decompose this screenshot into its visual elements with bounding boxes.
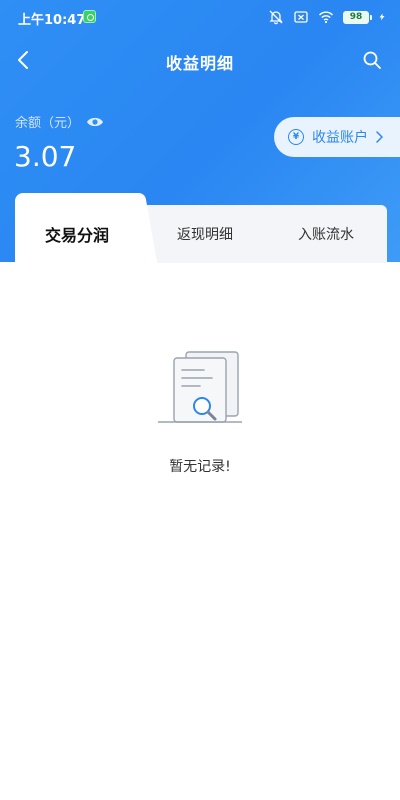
tab-bar: 交易分润 返现明细 入账流水 <box>15 193 387 263</box>
status-icons: 98 <box>268 9 386 25</box>
tab-transaction-profit[interactable]: 交易分润 <box>15 193 139 263</box>
bell-muted-icon <box>269 10 283 25</box>
income-account-label: 收益账户 <box>312 130 368 146</box>
empty-state-text: 暂无记录! <box>169 459 231 475</box>
chevron-right-icon <box>376 131 383 143</box>
wifi-icon <box>318 11 334 24</box>
content-area <box>0 262 400 800</box>
search-icon <box>363 51 381 69</box>
charging-icon <box>379 13 385 21</box>
balance-label: 余额（元） <box>15 116 81 131</box>
battery-icon: 98 <box>343 10 372 24</box>
page-title: 收益明细 <box>165 54 234 73</box>
empty-document-search-icon <box>158 351 242 423</box>
income-account-button[interactable]: ¥ 收益账户 <box>274 117 400 157</box>
eye-icon[interactable] <box>86 115 104 129</box>
tab-cashback-details[interactable]: 返现明细 <box>145 205 265 263</box>
yen-icon: ¥ <box>288 129 304 145</box>
search-button[interactable] <box>360 48 384 72</box>
status-time: 上午10:47 <box>18 13 86 28</box>
balance-value: 3.07 <box>14 140 77 173</box>
nav-bar: 收益明细 <box>0 40 400 80</box>
app-notification-icon <box>83 10 96 23</box>
balance-label-row: 余额（元） <box>15 112 104 131</box>
status-bar: 上午10:47 98 <box>0 0 400 34</box>
sim-off-icon <box>294 11 308 23</box>
tab-income-records[interactable]: 入账流水 <box>265 205 387 263</box>
